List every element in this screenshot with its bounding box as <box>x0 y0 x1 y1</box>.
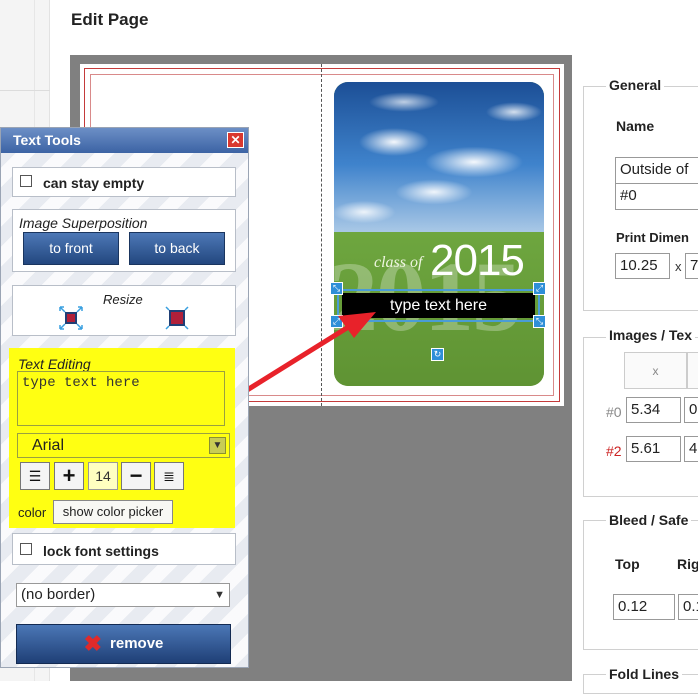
row-id[interactable]: #2 <box>606 443 622 459</box>
image-superposition-label: Image Superposition <box>19 215 148 231</box>
height-input[interactable]: 7 <box>685 253 698 279</box>
row-y-input[interactable]: 4 <box>684 436 698 462</box>
number-input[interactable]: #0 <box>615 183 698 210</box>
shrink-icon[interactable] <box>59 306 83 330</box>
name-label: Name <box>616 118 655 134</box>
text-editing-textarea[interactable]: type text here <box>17 371 225 426</box>
font-size-field[interactable]: 14 <box>88 462 118 490</box>
column-header-y <box>687 352 698 389</box>
line-spacing-button[interactable]: ≣ <box>154 462 184 490</box>
row-y-input[interactable]: 0 <box>684 397 698 423</box>
to-front-button[interactable]: to front <box>23 232 119 265</box>
enlarge-icon[interactable] <box>165 306 189 330</box>
general-legend: General <box>606 77 665 93</box>
can-stay-empty-label: can stay empty <box>43 175 145 191</box>
border-select-value: (no border) <box>21 586 96 603</box>
border-select[interactable]: (no border) ▼ <box>16 583 230 607</box>
top-bleed-input[interactable]: 0.12 <box>613 594 675 620</box>
chevron-down-icon: ▼ <box>209 437 226 454</box>
resize-label: Resize <box>103 292 143 307</box>
remove-button-label: remove <box>110 635 164 652</box>
align-justify-button[interactable]: ☰ <box>20 462 50 490</box>
increase-size-button[interactable]: + <box>54 462 84 490</box>
print-dimensions-label: Print Dimen <box>616 230 689 245</box>
lock-font-settings-checkbox[interactable] <box>20 543 32 555</box>
images-text-legend: Images / Tex <box>606 327 696 343</box>
right-label: Rig <box>677 556 698 572</box>
row-x-input[interactable]: 5.61 <box>626 436 681 462</box>
to-back-button[interactable]: to back <box>129 232 225 265</box>
font-select-value: Arial <box>32 437 65 454</box>
bleed-safe-legend: Bleed / Safe <box>606 512 692 528</box>
font-select[interactable]: Arial ▼ <box>17 433 230 458</box>
text-tools-title: Text Tools <box>13 132 81 148</box>
can-stay-empty-checkbox[interactable] <box>20 175 32 187</box>
text-tools-header[interactable]: Text Tools ✕ <box>1 128 248 153</box>
resize-group: Resize <box>12 285 236 336</box>
color-label: color <box>18 505 47 520</box>
dimension-separator: x <box>675 259 682 274</box>
row-x-input[interactable]: 5.34 <box>626 397 681 423</box>
top-label: Top <box>615 556 640 572</box>
name-input[interactable]: Outside of <box>615 157 698 184</box>
delete-icon: ✖ <box>83 631 103 657</box>
width-input[interactable]: 10.25 <box>615 253 670 279</box>
remove-button[interactable]: ✖ remove <box>16 624 231 664</box>
row-id[interactable]: #0 <box>606 404 622 420</box>
show-color-picker-button[interactable]: show color picker <box>53 500 173 524</box>
close-icon[interactable]: ✕ <box>227 132 244 148</box>
fold-lines-legend: Fold Lines <box>606 666 682 682</box>
bleed-safe-fieldset <box>583 520 698 650</box>
column-header-x: x <box>624 352 687 389</box>
lock-font-settings-row: lock font settings <box>12 533 236 565</box>
lock-font-settings-label: lock font settings <box>43 543 159 559</box>
decrease-size-button[interactable]: − <box>121 462 151 490</box>
text-editing-label: Text Editing <box>18 356 91 372</box>
right-bleed-input[interactable]: 0.1 <box>678 594 698 620</box>
chevron-down-icon: ▼ <box>214 589 225 601</box>
can-stay-empty-row: can stay empty <box>12 167 236 197</box>
